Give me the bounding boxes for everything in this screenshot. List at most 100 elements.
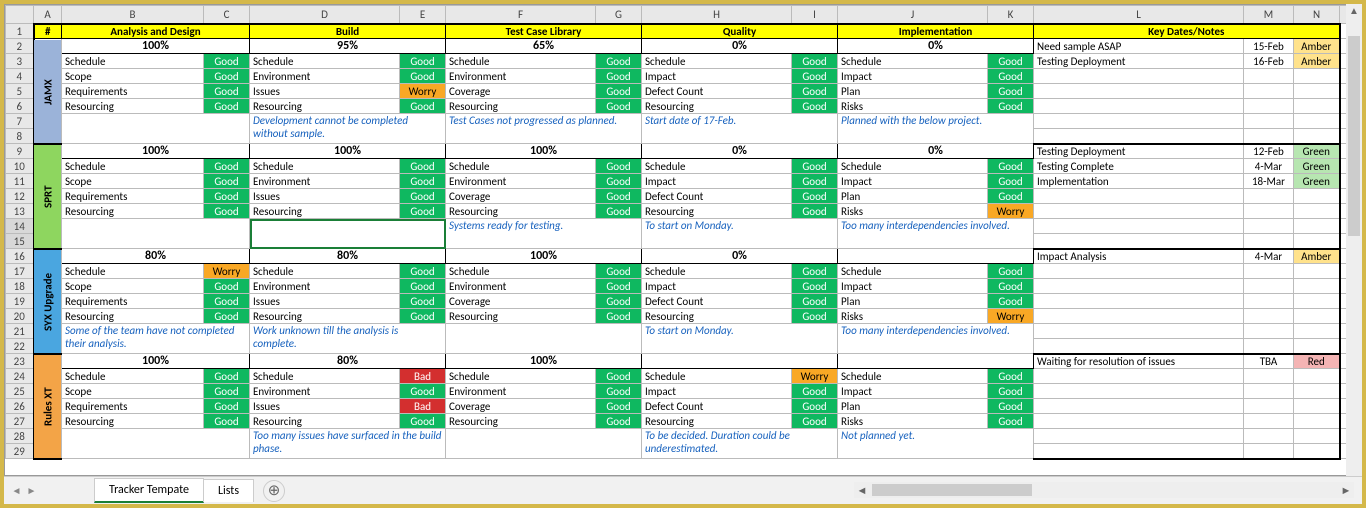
- horizontal-scrollbar[interactable]: ◄ ►: [854, 482, 1354, 498]
- col-header[interactable]: G: [596, 6, 642, 24]
- cell[interactable]: [1244, 339, 1294, 354]
- percent-cell[interactable]: [838, 354, 1034, 369]
- cell[interactable]: [1034, 429, 1244, 444]
- status-cell[interactable]: Good: [596, 279, 642, 294]
- keydate-text[interactable]: Impact Analysis: [1034, 249, 1244, 264]
- add-sheet-button[interactable]: ⊕: [263, 480, 285, 502]
- status-cell[interactable]: Good: [400, 69, 446, 84]
- keydate-text[interactable]: [1034, 204, 1244, 219]
- note-cell[interactable]: [250, 219, 446, 249]
- row-header[interactable]: 27: [6, 414, 34, 429]
- metric-label[interactable]: Scope: [62, 279, 204, 294]
- keydate-text[interactable]: Testing Deployment: [1034, 144, 1244, 159]
- metric-label[interactable]: Plan: [838, 399, 988, 414]
- col-header[interactable]: K: [988, 6, 1034, 24]
- row-header[interactable]: 10: [6, 159, 34, 174]
- row-header[interactable]: 22: [6, 339, 34, 354]
- metric-label[interactable]: Resourcing: [250, 309, 400, 324]
- keydate-date[interactable]: 15-Feb: [1244, 39, 1294, 54]
- row-header[interactable]: 24: [6, 369, 34, 384]
- metric-label[interactable]: Impact: [642, 279, 792, 294]
- metric-label[interactable]: Impact: [838, 384, 988, 399]
- status-cell[interactable]: Good: [400, 384, 446, 399]
- row-header[interactable]: 29: [6, 444, 34, 459]
- percent-cell[interactable]: 0%: [642, 249, 838, 264]
- status-cell[interactable]: Good: [988, 69, 1034, 84]
- keydate-date[interactable]: [1244, 69, 1294, 84]
- cell[interactable]: [1294, 339, 1340, 354]
- keydate-text[interactable]: Testing Deployment: [1034, 54, 1244, 69]
- tab-nav-prev-icon[interactable]: ◄: [10, 483, 23, 497]
- status-cell[interactable]: Good: [400, 99, 446, 114]
- status-cell[interactable]: Good: [792, 159, 838, 174]
- metric-label[interactable]: Resourcing: [642, 309, 792, 324]
- metric-label[interactable]: Defect Count: [642, 399, 792, 414]
- status-cell[interactable]: Good: [400, 174, 446, 189]
- status-cell[interactable]: Good: [792, 99, 838, 114]
- percent-cell[interactable]: 0%: [838, 144, 1034, 159]
- worksheet-area[interactable]: A B C D E F G H I J K L M N 1#Analysis a…: [4, 4, 1362, 476]
- project-label[interactable]: JAMX: [34, 39, 62, 144]
- row-header[interactable]: 15: [6, 234, 34, 249]
- status-cell[interactable]: Good: [400, 264, 446, 279]
- metric-label[interactable]: Plan: [838, 84, 988, 99]
- status-cell[interactable]: Good: [596, 264, 642, 279]
- status-cell[interactable]: Good: [596, 99, 642, 114]
- status-cell[interactable]: Good: [596, 174, 642, 189]
- project-label[interactable]: SPRT: [34, 144, 62, 249]
- status-cell[interactable]: Good: [204, 399, 250, 414]
- cell[interactable]: [1244, 324, 1294, 339]
- col-header[interactable]: C: [204, 6, 250, 24]
- keydate-tag[interactable]: Amber: [1294, 54, 1340, 69]
- keydate-tag[interactable]: [1294, 99, 1340, 114]
- row-header[interactable]: 5: [6, 84, 34, 99]
- note-cell[interactable]: [446, 324, 642, 354]
- status-cell[interactable]: Good: [400, 279, 446, 294]
- keydate-tag[interactable]: [1294, 84, 1340, 99]
- keydate-text[interactable]: [1034, 384, 1244, 399]
- cell[interactable]: [1244, 444, 1294, 459]
- cell[interactable]: [1294, 219, 1340, 234]
- metric-label[interactable]: Requirements: [62, 399, 204, 414]
- header-quality[interactable]: Quality: [642, 24, 838, 39]
- metric-label[interactable]: Environment: [250, 69, 400, 84]
- percent-cell[interactable]: 0%: [642, 144, 838, 159]
- scroll-right-icon[interactable]: ►: [1338, 484, 1354, 497]
- metric-label[interactable]: Resourcing: [62, 309, 204, 324]
- cell[interactable]: [1294, 429, 1340, 444]
- status-cell[interactable]: Good: [988, 399, 1034, 414]
- metric-label[interactable]: Schedule: [250, 264, 400, 279]
- metric-label[interactable]: Schedule: [250, 369, 400, 384]
- metric-label[interactable]: Plan: [838, 294, 988, 309]
- keydate-text[interactable]: [1034, 69, 1244, 84]
- metric-label[interactable]: Environment: [250, 384, 400, 399]
- metric-label[interactable]: Impact: [838, 69, 988, 84]
- keydate-date[interactable]: [1244, 369, 1294, 384]
- metric-label[interactable]: Risks: [838, 309, 988, 324]
- status-cell[interactable]: Good: [988, 189, 1034, 204]
- status-cell[interactable]: Good: [988, 84, 1034, 99]
- row-header[interactable]: 3: [6, 54, 34, 69]
- status-cell[interactable]: Good: [792, 204, 838, 219]
- col-header[interactable]: M: [1244, 6, 1294, 24]
- vertical-scrollbar[interactable]: ▲: [1346, 4, 1362, 476]
- metric-label[interactable]: Scope: [62, 174, 204, 189]
- keydate-text[interactable]: [1034, 279, 1244, 294]
- status-cell[interactable]: Good: [204, 99, 250, 114]
- status-cell[interactable]: Good: [596, 204, 642, 219]
- status-cell[interactable]: Good: [792, 309, 838, 324]
- status-cell[interactable]: Good: [596, 69, 642, 84]
- keydate-tag[interactable]: [1294, 264, 1340, 279]
- status-cell[interactable]: Good: [596, 294, 642, 309]
- keydate-tag[interactable]: Green: [1294, 144, 1340, 159]
- status-cell[interactable]: Good: [988, 279, 1034, 294]
- note-cell[interactable]: Start date of 17-Feb.: [642, 114, 838, 144]
- percent-cell[interactable]: 0%: [642, 39, 838, 54]
- metric-label[interactable]: Risks: [838, 204, 988, 219]
- header-keydates[interactable]: Key Dates/Notes: [1034, 24, 1340, 39]
- row-header[interactable]: 20: [6, 309, 34, 324]
- note-cell[interactable]: Some of the team have not completed thei…: [62, 324, 250, 354]
- metric-label[interactable]: Environment: [446, 384, 596, 399]
- col-header[interactable]: E: [400, 6, 446, 24]
- row-header[interactable]: 16: [6, 249, 34, 264]
